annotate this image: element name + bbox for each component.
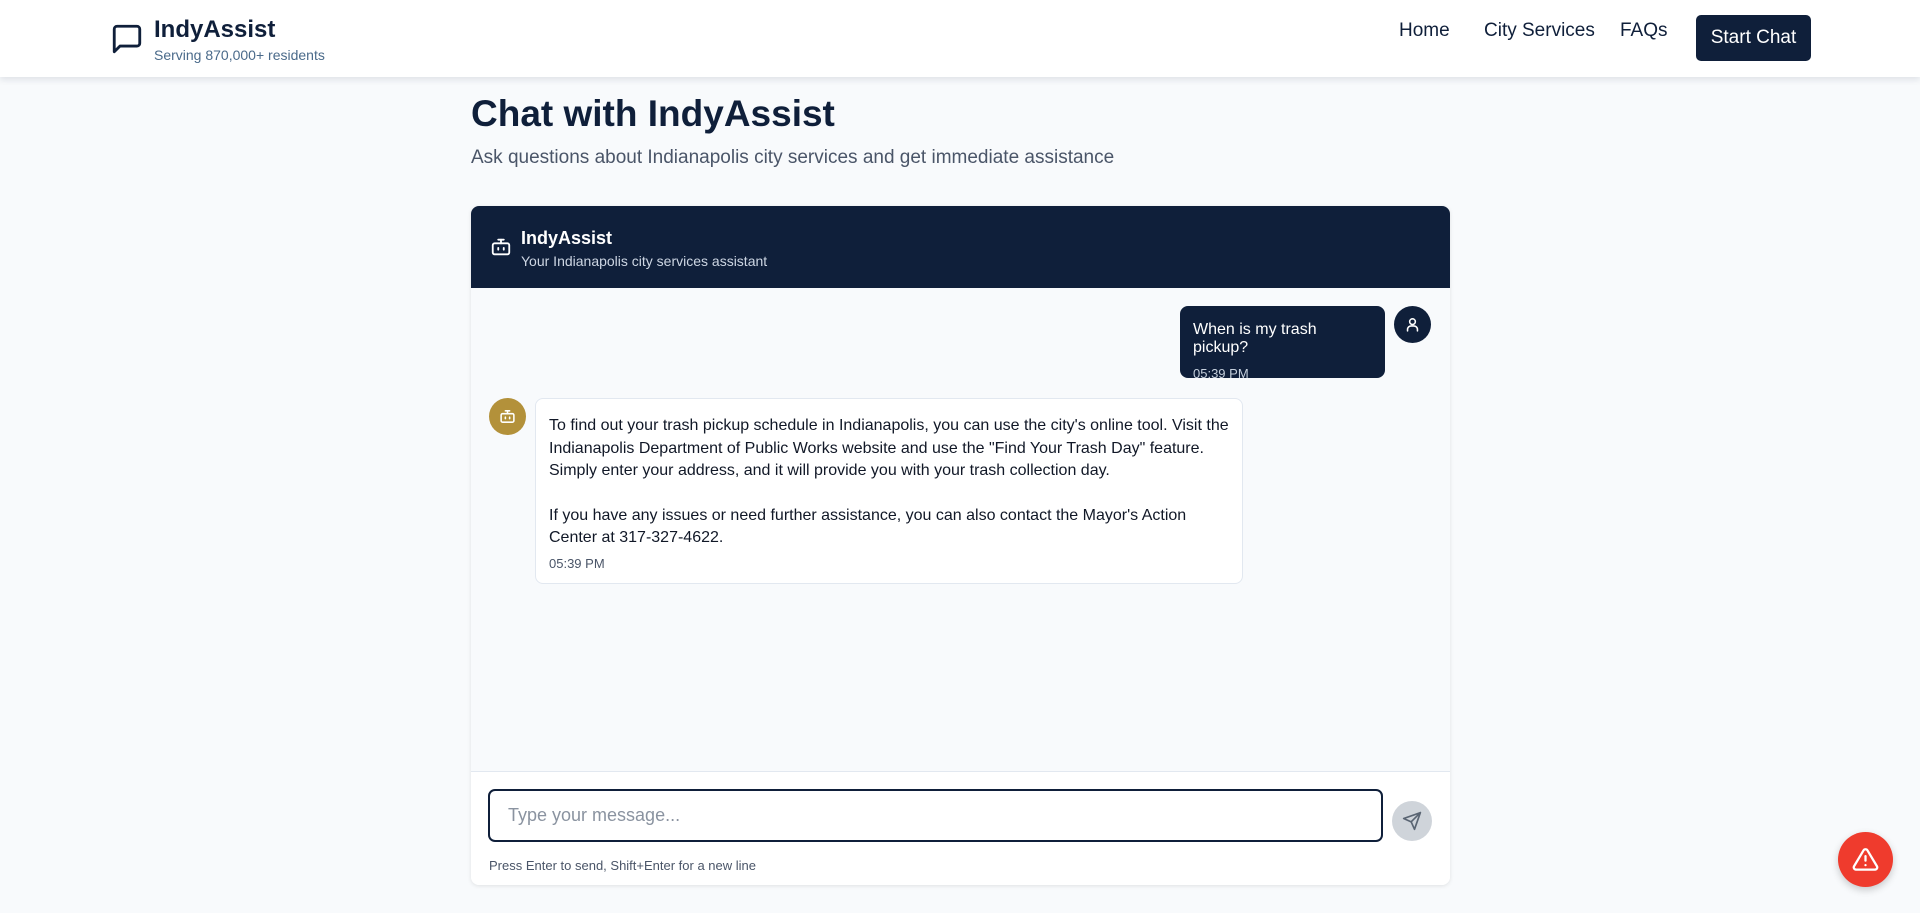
message-timestamp: 05:39 PM <box>1193 366 1249 381</box>
message-paragraph: To find out your trash pickup schedule i… <box>549 417 1229 479</box>
nav-city-services-link[interactable]: City Services <box>1484 20 1595 42</box>
top-navigation: IndyAssist Serving 870,000+ residents Ho… <box>0 0 1920 77</box>
user-icon <box>1406 318 1419 332</box>
user-message: When is my trash pickup? 05:39 PM <box>1180 306 1385 381</box>
brand-name: IndyAssist <box>154 16 276 43</box>
bot-icon <box>500 410 515 423</box>
chat-composer: Press Enter to send, Shift+Enter for a n… <box>471 771 1450 885</box>
message-square-icon <box>112 24 142 54</box>
send-button[interactable] <box>1392 801 1432 841</box>
alert-triangle-icon <box>1852 848 1879 871</box>
chat-header: IndyAssist Your Indianapolis city servic… <box>471 206 1450 288</box>
page-title: Chat with IndyAssist <box>471 93 835 134</box>
composer-hint: Press Enter to send, Shift+Enter for a n… <box>489 858 757 873</box>
brand-tagline: Serving 870,000+ residents <box>154 47 325 63</box>
nav-faqs-link[interactable]: FAQs <box>1620 20 1668 42</box>
page-subtitle: Ask questions about Indianapolis city se… <box>471 147 1115 168</box>
bot-icon <box>491 238 511 256</box>
emergency-alert-button[interactable] <box>1838 832 1893 887</box>
chat-header-subtitle: Your Indianapolis city services assistan… <box>521 253 768 269</box>
message-timestamp: 05:39 PM <box>549 555 605 571</box>
brand-text: IndyAssist Serving 870,000+ residents <box>154 16 325 63</box>
chat-window: IndyAssist Your Indianapolis city servic… <box>471 206 1450 885</box>
bot-avatar <box>489 398 526 435</box>
bot-message: To find out your trash pickup schedule i… <box>535 398 1243 584</box>
message-paragraph: If you have any issues or need further a… <box>549 506 1187 547</box>
start-chat-button[interactable]: Start Chat <box>1696 15 1811 61</box>
message-input[interactable] <box>488 789 1383 842</box>
chat-header-title: IndyAssist <box>521 228 613 248</box>
send-icon <box>1402 811 1422 831</box>
message-text: When is my trash pickup? <box>1193 321 1317 356</box>
user-avatar <box>1394 306 1431 343</box>
nav-home-link[interactable]: Home <box>1399 20 1450 42</box>
brand[interactable]: IndyAssist Serving 870,000+ residents <box>110 16 325 63</box>
